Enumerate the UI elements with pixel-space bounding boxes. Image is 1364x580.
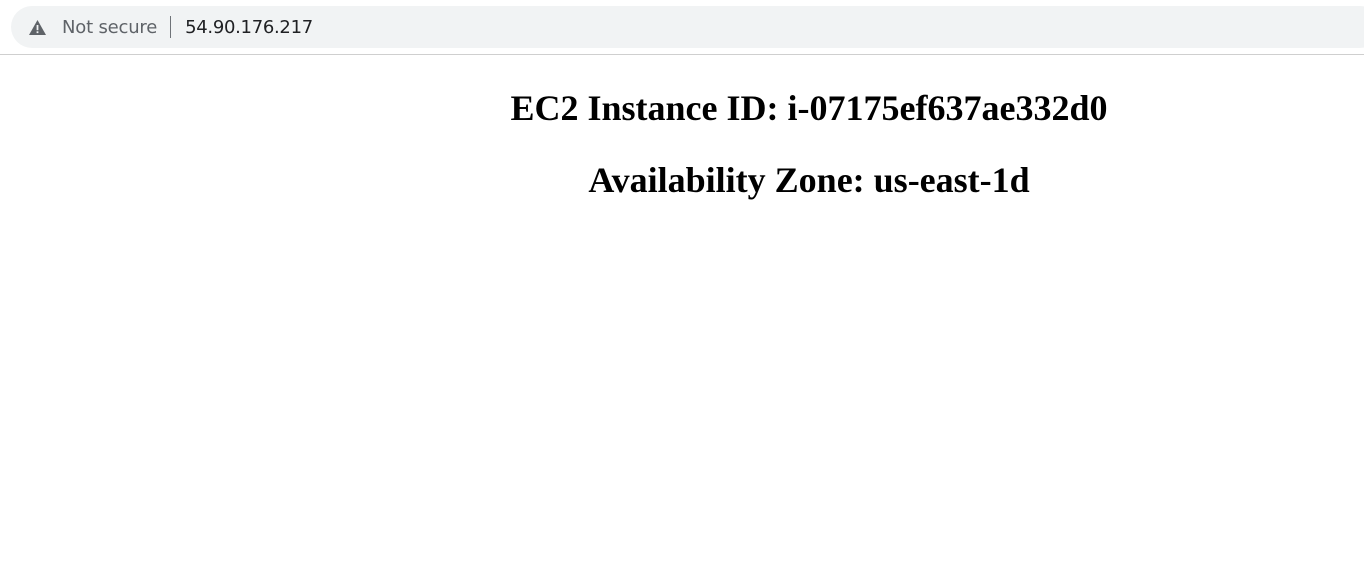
- instance-id-heading: EC2 Instance ID: i-07175ef637ae332d0: [510, 88, 1108, 128]
- availability-zone-heading: Availability Zone: us-east-1d: [588, 160, 1030, 200]
- url-text[interactable]: 54.90.176.217: [185, 17, 313, 38]
- page-content: EC2 Instance ID: i-07175ef637ae332d0 Ava…: [0, 55, 1364, 580]
- browser-toolbar: Not secure 54.90.176.217: [0, 0, 1364, 55]
- security-indicator-button[interactable]: Not secure: [11, 6, 157, 48]
- warning-triangle-icon: [28, 18, 47, 37]
- security-status-label: Not secure: [62, 16, 158, 38]
- address-bar[interactable]: Not secure 54.90.176.217: [11, 6, 1364, 48]
- omnibox-divider: [170, 16, 172, 38]
